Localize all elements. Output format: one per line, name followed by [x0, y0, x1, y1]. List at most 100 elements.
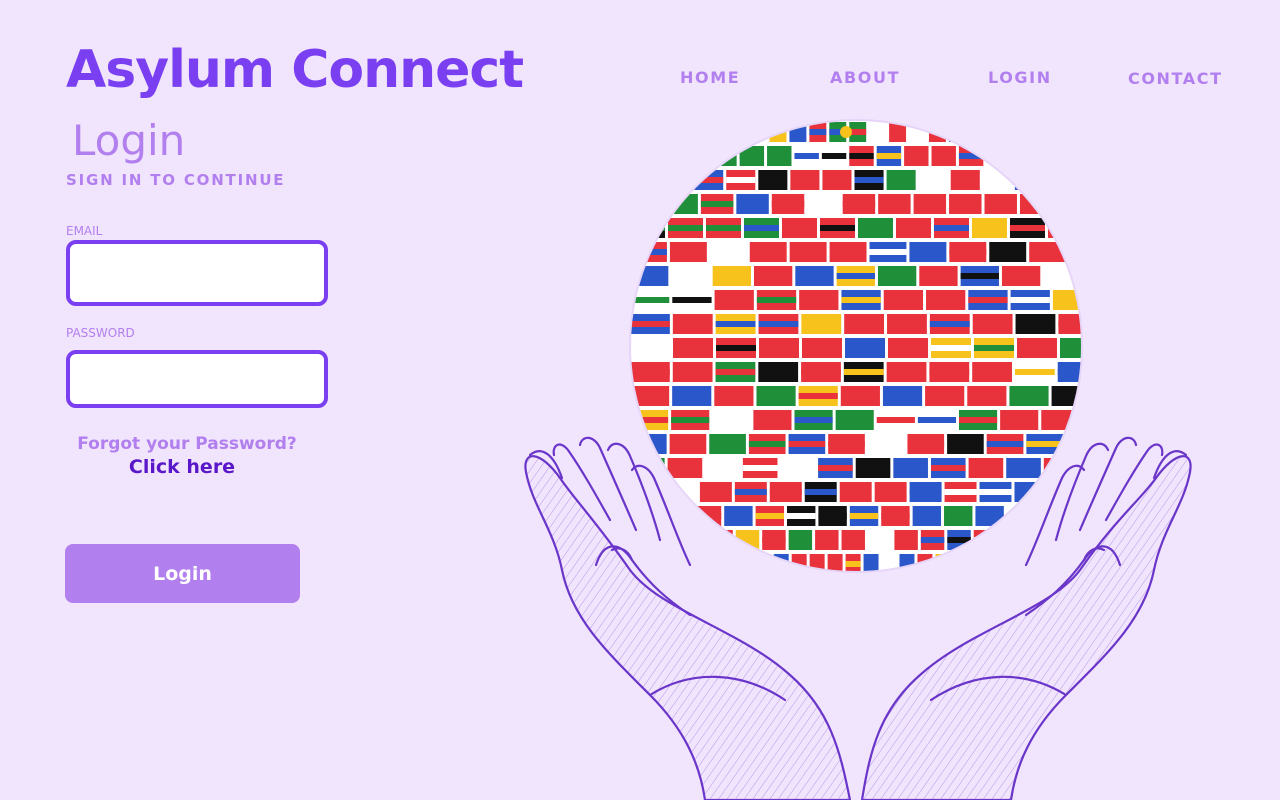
login-button[interactable]: Login	[65, 544, 300, 603]
nav-about[interactable]: ABOUT	[830, 68, 900, 87]
flag-tile	[984, 194, 1017, 214]
flag-stripe	[959, 417, 998, 423]
flag-tile	[630, 266, 669, 286]
flag-tile	[1046, 170, 1077, 190]
password-field[interactable]	[66, 350, 328, 408]
flag-stripe	[986, 441, 1024, 447]
flag-stripe	[689, 129, 707, 135]
flag-tile	[801, 314, 842, 334]
flag-stripe	[630, 225, 665, 231]
flag-stripe	[869, 249, 907, 255]
flag-tile	[767, 146, 792, 166]
flag-tile	[822, 170, 852, 190]
flag-stripe	[849, 513, 879, 519]
flag-tile	[917, 554, 933, 572]
flag-stripe	[895, 225, 931, 231]
flag-tile	[671, 266, 710, 286]
flag-tile	[975, 506, 1004, 526]
flag-tile	[689, 122, 707, 142]
flag-tile	[665, 554, 681, 572]
flag-tile	[647, 554, 663, 572]
flag-stripe	[1013, 153, 1039, 159]
flag-stripe	[819, 225, 855, 231]
flag-tile	[1055, 194, 1082, 214]
flag-stripe	[920, 537, 945, 543]
flag-tile	[709, 434, 746, 454]
flag-stripe	[665, 561, 681, 567]
forgot-password-text: Forgot your Password?	[77, 434, 297, 454]
flag-tile	[781, 218, 817, 238]
flag-tile	[1014, 482, 1047, 502]
flag-stripe	[818, 465, 853, 471]
flag-stripe	[701, 561, 717, 567]
flag-tile	[630, 146, 655, 166]
flag-tile	[1009, 386, 1049, 406]
flag-tile	[753, 266, 793, 286]
flag-tile	[989, 554, 1005, 572]
flag-tile	[1043, 458, 1079, 478]
flag-stripe	[1061, 561, 1077, 567]
flag-tile	[855, 458, 891, 478]
flag-stripe	[809, 129, 827, 135]
flag-stripe	[756, 297, 797, 303]
flag-tile	[801, 338, 842, 358]
flag-stripe	[836, 273, 875, 279]
flag-stripe	[769, 489, 802, 495]
login-subtitle: SIGN IN TO CONTINUE	[66, 171, 286, 189]
flag-stripe	[762, 537, 786, 543]
flag-tile	[1015, 314, 1056, 334]
flag-tile	[867, 530, 892, 550]
flag-tile	[672, 362, 713, 382]
flag-tile	[672, 338, 713, 358]
flag-tile	[1051, 386, 1082, 406]
flag-stripe	[876, 417, 915, 423]
flag-tile	[882, 386, 923, 406]
flag-tile	[669, 242, 707, 262]
flag-tile	[886, 170, 916, 190]
nav-login[interactable]: LOGIN	[988, 68, 1052, 87]
flag-tile	[724, 506, 753, 526]
flag-stripe	[755, 513, 785, 519]
flag-stripe	[845, 561, 861, 567]
forgot-password-link[interactable]: Click here	[66, 456, 298, 478]
flag-tile	[790, 170, 820, 190]
flag-tile	[701, 554, 717, 572]
flag-tile	[909, 242, 947, 262]
flag-stripe	[630, 177, 660, 183]
flag-tile	[630, 122, 647, 142]
flag-tile	[1001, 266, 1041, 286]
flag-tile	[944, 506, 973, 526]
flag-stripe	[1009, 225, 1045, 231]
flag-stripe	[907, 441, 945, 447]
flag-tile	[867, 434, 905, 454]
flag-tile	[630, 170, 660, 190]
flag-tile	[1068, 146, 1082, 166]
email-label: EMAIL	[66, 224, 103, 238]
flag-tile	[705, 458, 740, 478]
flag-stripe	[818, 513, 847, 519]
flag-stripe	[788, 441, 826, 447]
flag-tile	[968, 458, 1004, 478]
flag-stripe	[630, 321, 670, 327]
flag-tile	[665, 194, 698, 214]
flag-tile	[714, 290, 754, 310]
nav-home[interactable]: HOME	[680, 68, 740, 87]
flag-stripe	[841, 297, 881, 303]
flag-stripe	[929, 369, 970, 375]
email-field[interactable]	[66, 240, 328, 306]
flag-tile	[1043, 554, 1059, 572]
flag-stripe	[949, 249, 987, 255]
nav-contact[interactable]: CONTACT	[1128, 69, 1223, 88]
flag-stripe	[821, 153, 847, 159]
flag-tile	[789, 122, 807, 142]
flag-stripe	[979, 489, 1012, 495]
flag-tile	[988, 122, 1006, 142]
flag-tile	[967, 386, 1007, 406]
flag-tile	[714, 386, 754, 406]
flag-tile	[1014, 170, 1044, 190]
flag-tile	[749, 242, 787, 262]
flag-stripe	[667, 225, 703, 231]
flag-tile	[630, 554, 645, 572]
flag-stripe	[1057, 369, 1082, 375]
flag-tile	[684, 146, 710, 166]
